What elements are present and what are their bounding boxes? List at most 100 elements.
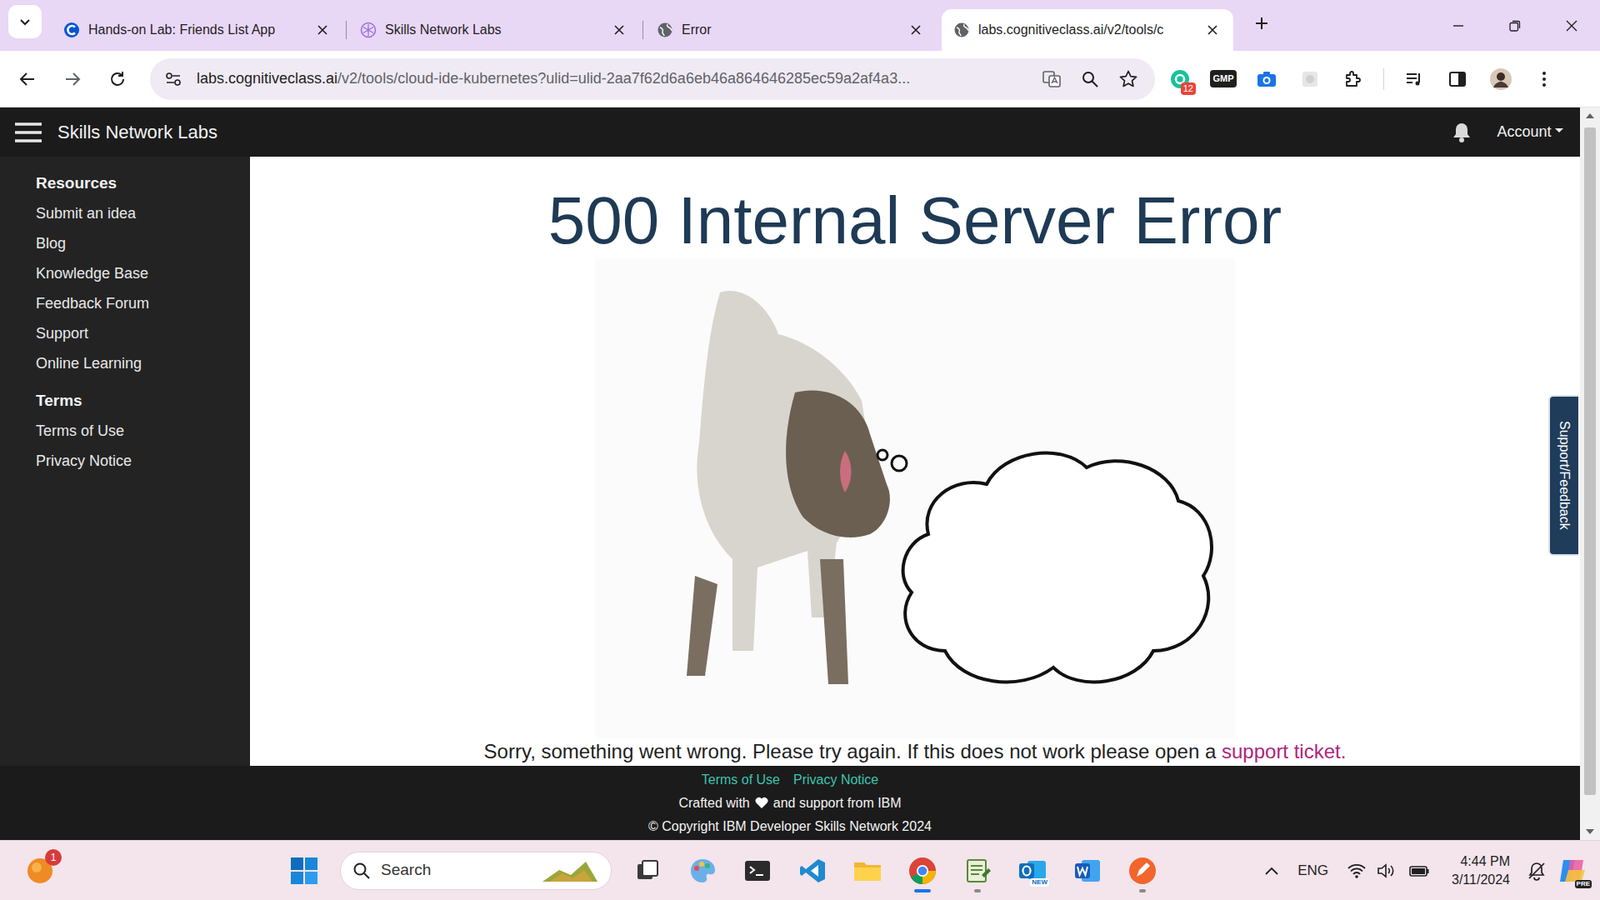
copilot-button[interactable]: PRE [1556, 855, 1589, 887]
sidebar-item[interactable]: Terms of Use [35, 415, 242, 446]
notepad-app[interactable] [958, 847, 997, 895]
crafted-after: and support from IBM [773, 795, 902, 810]
taskview-icon [634, 857, 661, 885]
address-bar[interactable]: labs.cognitiveclass.ai/v2/tools/cloud-id… [150, 58, 1155, 100]
site-header: Skills Network Labs Account [0, 107, 1580, 157]
battery-icon[interactable] [1406, 862, 1430, 880]
scroll-thumb[interactable] [1584, 127, 1596, 795]
site-settings-icon[interactable] [158, 64, 189, 95]
taskbar: 1 Search NEW ENG 4:44 PM 3/11/2024 PRE [0, 840, 1600, 900]
globe-favicon-icon [656, 21, 674, 39]
forward-button[interactable] [53, 60, 92, 99]
bookmark-star-icon[interactable] [1113, 64, 1144, 95]
support-ticket-link[interactable]: support ticket. [1221, 740, 1346, 763]
sidebar-item[interactable]: Feedback Forum [35, 288, 242, 319]
footer-link[interactable]: Privacy Notice [793, 768, 879, 792]
sidebar-item[interactable]: Online Learning [35, 348, 242, 379]
hamburger-menu-icon[interactable] [14, 121, 43, 144]
outlook-app[interactable]: NEW [1013, 847, 1052, 895]
word-app[interactable] [1068, 847, 1107, 895]
chevron-up-icon[interactable] [1264, 865, 1280, 876]
menu-button[interactable] [1525, 60, 1563, 99]
clock[interactable]: 4:44 PM 3/11/2024 [1451, 852, 1510, 890]
start-button[interactable] [285, 847, 324, 895]
browser-tab[interactable]: labs.cognitiveclass.ai/v2/tools/c [941, 9, 1234, 51]
extensions-button[interactable] [1335, 60, 1372, 99]
tab-close-icon[interactable] [906, 20, 925, 40]
outlook-badge: NEW [1030, 878, 1050, 887]
grey-extension[interactable] [1291, 60, 1329, 99]
chrome-app[interactable] [903, 847, 942, 895]
support-feedback-tab[interactable]: Support/Feedback [1548, 395, 1579, 556]
error-message: Sorry, something went wrong. Please try … [484, 739, 1347, 765]
restore-button[interactable] [1486, 0, 1544, 51]
scrollbar[interactable] [1580, 107, 1600, 840]
close-window-button[interactable] [1543, 0, 1600, 51]
paint-app[interactable] [683, 847, 722, 895]
pen-app[interactable] [1123, 847, 1162, 895]
scroll-down-icon[interactable] [1580, 823, 1600, 840]
sidebar-item[interactable]: Privacy Notice [35, 445, 242, 476]
browser-tab[interactable]: Hands-on Lab: Friends List App [51, 9, 344, 51]
search-placeholder: Search [380, 858, 431, 883]
app-indicator [1139, 889, 1146, 893]
language-indicator[interactable]: ENG [1297, 860, 1329, 882]
taskview-app[interactable] [628, 847, 667, 895]
vscode-app[interactable] [793, 847, 832, 895]
web-page: Skills Network Labs Account ResourcesSub… [0, 107, 1600, 840]
error-title: 500 Internal Server Error [548, 184, 1282, 258]
tab-close-icon[interactable] [1203, 20, 1222, 40]
folder-app[interactable] [848, 847, 887, 895]
weather-widget[interactable]: 1 [25, 855, 55, 886]
bell-icon[interactable] [1451, 121, 1472, 144]
notepad-icon [963, 856, 992, 885]
scroll-up-icon[interactable] [1580, 107, 1600, 125]
profile-button[interactable] [1482, 60, 1520, 99]
media-button[interactable] [1395, 60, 1433, 99]
sidebar-item[interactable]: Support [35, 318, 242, 349]
terminal-app[interactable] [738, 847, 777, 895]
tab-label: Error [681, 20, 899, 40]
window-controls [1430, 0, 1600, 51]
screenshot-extension[interactable] [1248, 60, 1285, 99]
taskbar-search[interactable]: Search [340, 851, 612, 890]
sidebar-item[interactable]: Knowledge Base [35, 258, 242, 289]
crafted-line: Crafted withand support from IBM [678, 791, 901, 815]
zoom-icon[interactable] [1075, 64, 1105, 95]
tab-list: Hands-on Lab: Friends List App Skills Net… [51, 9, 1239, 51]
globe-favicon-icon [953, 21, 970, 39]
heart-icon [755, 796, 769, 810]
site-brand[interactable]: Skills Network Labs [57, 118, 218, 146]
tab-close-icon[interactable] [313, 20, 332, 40]
copilot-badge: PRE [1575, 880, 1592, 889]
clock-time: 4:44 PM [1460, 852, 1510, 871]
wifi-icon[interactable] [1346, 862, 1367, 880]
side-panel-button[interactable] [1439, 60, 1476, 99]
back-button[interactable] [8, 60, 47, 99]
grammar-extension[interactable]: 12 [1161, 60, 1199, 99]
footer-link[interactable]: Terms of Use [701, 768, 780, 792]
kebab-menu-icon [1541, 70, 1547, 89]
chevron-down-icon [18, 15, 32, 29]
volume-icon[interactable] [1376, 862, 1397, 880]
browser-tab[interactable]: Error [645, 9, 937, 51]
footer-links: Terms of Use Privacy Notice [701, 768, 880, 792]
browser-toolbar: labs.cognitiveclass.ai/v2/tools/cloud-id… [0, 50, 1600, 108]
browser-tab[interactable]: Skills Network Labs [348, 9, 640, 51]
side-panel-icon [1447, 69, 1468, 90]
minimize-icon [1451, 19, 1465, 33]
notifications-icon[interactable] [1526, 860, 1547, 881]
gmp-extension[interactable]: GMP [1205, 60, 1242, 99]
reload-button[interactable] [98, 60, 137, 99]
tab-close-icon[interactable] [610, 20, 629, 40]
address-text[interactable]: labs.cognitiveclass.ai/v2/tools/cloud-id… [196, 67, 1029, 90]
translate-icon[interactable] [1036, 64, 1067, 95]
account-menu[interactable]: Account [1496, 120, 1564, 144]
sidebar-item[interactable]: Submit an idea [35, 198, 242, 229]
error-illustration [595, 259, 1235, 740]
sidebar-item[interactable]: Blog [35, 228, 242, 259]
tab-search-button[interactable] [8, 5, 42, 39]
tab-label: Hands-on Lab: Friends List App [88, 20, 305, 40]
new-tab-button[interactable] [1245, 6, 1279, 40]
minimize-button[interactable] [1430, 0, 1487, 51]
